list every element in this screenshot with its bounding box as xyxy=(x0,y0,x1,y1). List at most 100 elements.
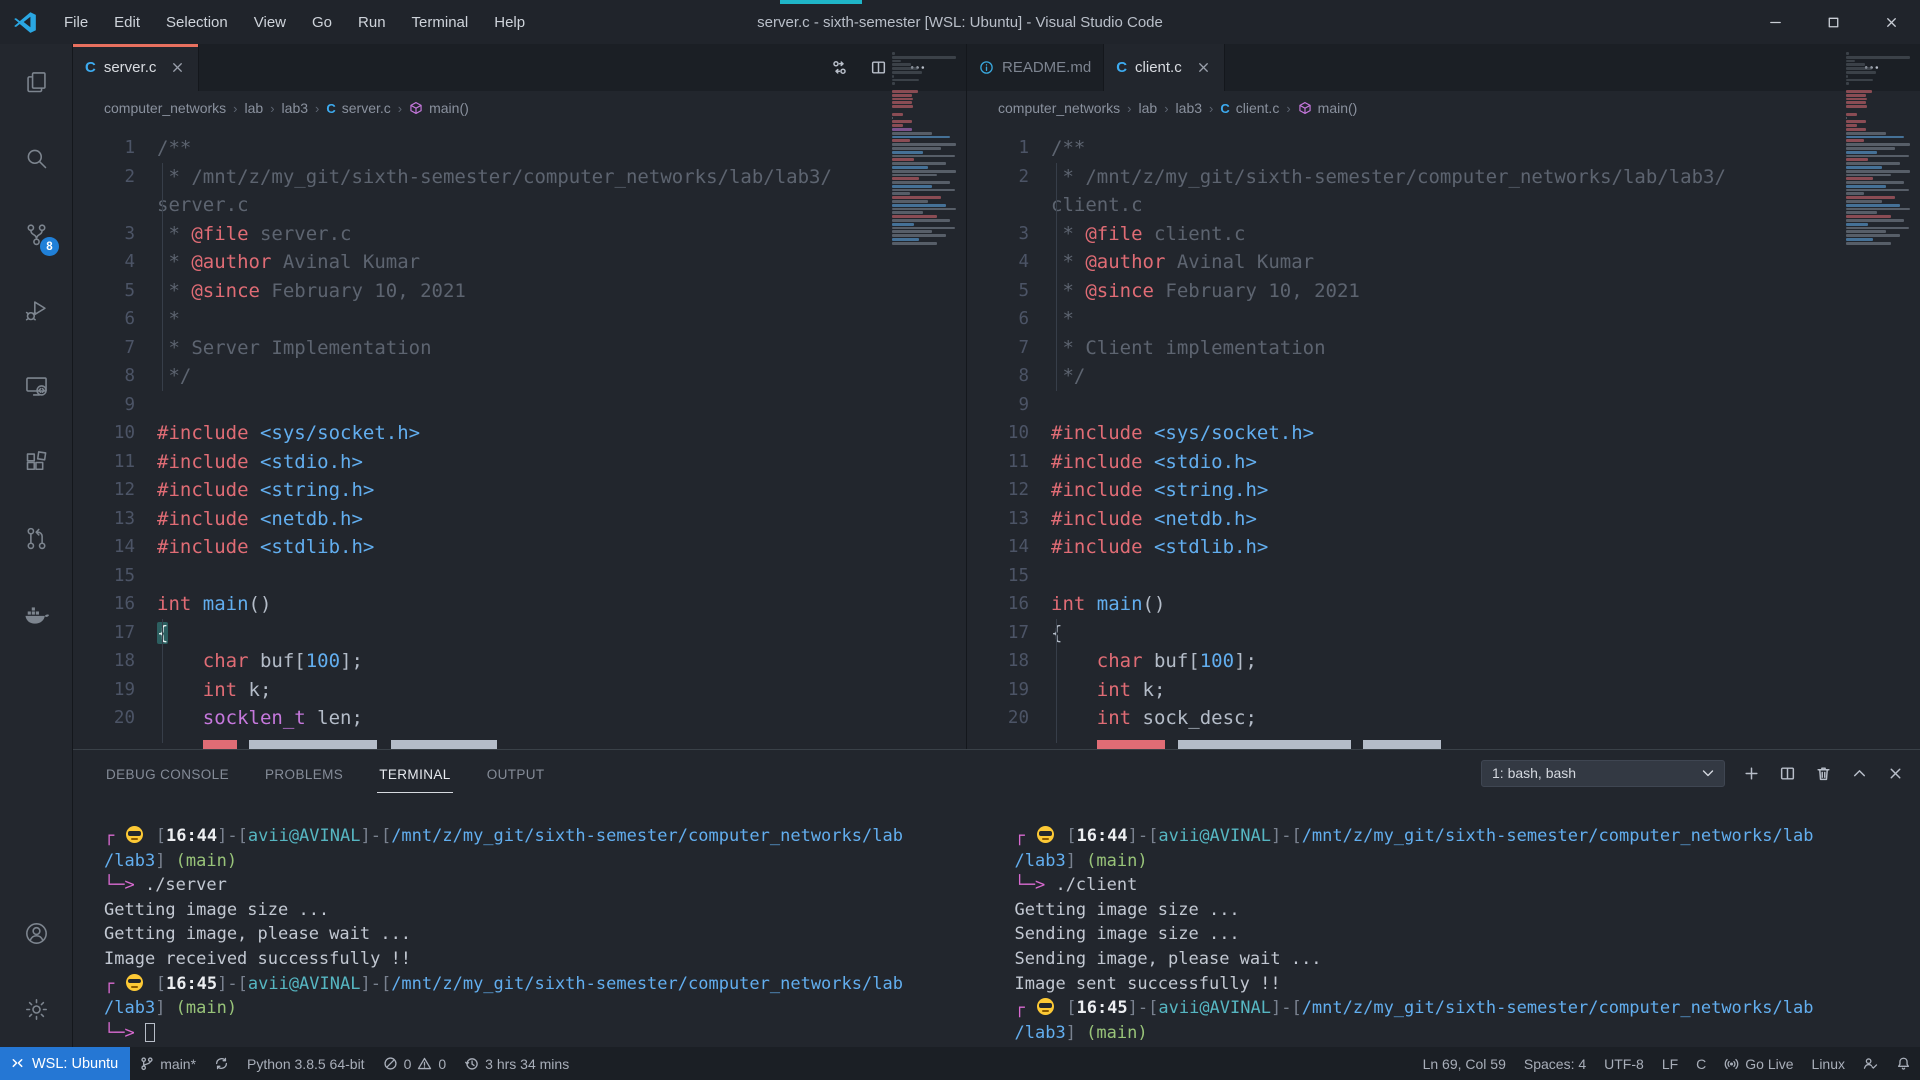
chevron-right-icon: › xyxy=(1286,101,1290,116)
terminal-picker-dropdown[interactable]: 1: bash, bash xyxy=(1481,760,1725,787)
tab-server.c[interactable]: Cserver.c xyxy=(73,44,199,91)
activity-search-icon[interactable] xyxy=(0,120,73,196)
kill-terminal-icon[interactable] xyxy=(1815,765,1832,782)
broadcast-icon xyxy=(1724,1056,1739,1071)
tab-client.c[interactable]: Cclient.c xyxy=(1104,44,1225,91)
menu-help[interactable]: Help xyxy=(482,9,537,36)
status-eol[interactable]: LF xyxy=(1653,1047,1687,1080)
split-terminal-icon[interactable] xyxy=(1779,765,1796,782)
breadcrumb-folder[interactable]: lab3 xyxy=(1176,100,1202,116)
close-button[interactable] xyxy=(1862,0,1920,44)
open-changes-icon[interactable] xyxy=(831,59,848,76)
panel-tab-problems[interactable]: PROBLEMS xyxy=(263,753,345,793)
menu-view[interactable]: View xyxy=(242,9,298,36)
close-panel-icon[interactable] xyxy=(1887,765,1904,782)
breadcrumb-folder[interactable]: lab xyxy=(1139,100,1158,116)
activity-explorer-icon[interactable] xyxy=(0,44,73,120)
remote-icon xyxy=(10,1056,25,1071)
remote-indicator[interactable]: WSL: Ubuntu xyxy=(0,1047,130,1080)
menu-file[interactable]: File xyxy=(52,9,100,36)
status-python-version[interactable]: Python 3.8.5 64-bit xyxy=(238,1047,374,1080)
panel-tab-debug-console[interactable]: DEBUG CONSOLE xyxy=(104,753,231,793)
status-language-mode[interactable]: C xyxy=(1687,1047,1715,1080)
minimize-button[interactable] xyxy=(1746,0,1804,44)
activity-docker-icon[interactable] xyxy=(0,576,73,652)
minimap[interactable] xyxy=(892,52,960,246)
minimap[interactable] xyxy=(1846,52,1914,246)
breadcrumb-folder[interactable]: lab3 xyxy=(282,100,308,116)
activity-extensions-icon[interactable] xyxy=(0,424,73,500)
activity-source-control-icon[interactable]: 8 xyxy=(0,196,73,272)
status-encoding[interactable]: UTF-8 xyxy=(1595,1047,1653,1080)
code-line: 19 int k; xyxy=(967,676,1920,705)
status-notifications[interactable] xyxy=(1887,1047,1920,1080)
tab-label: server.c xyxy=(104,59,157,76)
code-line: 9 xyxy=(967,391,1920,420)
chevron-right-icon: › xyxy=(270,101,274,116)
activity-remote-explorer-icon[interactable] xyxy=(0,348,73,424)
terminal-line: Getting image size ... xyxy=(1015,898,1920,923)
status-feedback[interactable] xyxy=(1854,1047,1887,1080)
menu-bar: FileEditSelectionViewGoRunTerminalHelp xyxy=(52,9,537,36)
code-line: 14#include <stdlib.h> xyxy=(967,533,1920,562)
code-editor[interactable]: 1/**2 * /mnt/z/my_git/sixth-semester/com… xyxy=(73,125,966,749)
vscode-logo-icon xyxy=(12,9,38,35)
code-line: 4 * @author Avinal Kumar xyxy=(967,248,1920,277)
menu-selection[interactable]: Selection xyxy=(154,9,240,36)
breadcrumb-file[interactable]: Cserver.c xyxy=(326,100,390,116)
code-line: 8 */ xyxy=(73,362,966,391)
terminal-left[interactable]: ┌ [16:44]-[avii@AVINAL]-[/mnt/z/my_git/s… xyxy=(73,796,997,1047)
terminal-line: ┌ [16:44]-[avii@AVINAL]-[/mnt/z/my_git/s… xyxy=(104,824,997,849)
code-line: server.c xyxy=(73,191,966,220)
terminal-right[interactable]: ┌ [16:44]-[avii@AVINAL]-[/mnt/z/my_git/s… xyxy=(997,796,1920,1047)
editor-area: Cserver.c computer_networks › lab › lab3 › Cser… xyxy=(73,44,1920,749)
status-git-branch[interactable]: main* xyxy=(130,1047,205,1080)
code-line: 3 * @file client.c xyxy=(967,220,1920,249)
history-icon xyxy=(464,1056,479,1071)
status-time-tracker[interactable]: 3 hrs 34 mins xyxy=(455,1047,578,1080)
status-remote-os[interactable]: Linux xyxy=(1803,1047,1854,1080)
status-indentation[interactable]: Spaces: 4 xyxy=(1515,1047,1595,1080)
menu-edit[interactable]: Edit xyxy=(102,9,152,36)
code-line: client.c xyxy=(967,191,1920,220)
menu-terminal[interactable]: Terminal xyxy=(400,9,481,36)
status-cursor-position[interactable]: Ln 69, Col 59 xyxy=(1414,1047,1515,1080)
menu-go[interactable]: Go xyxy=(300,9,344,36)
breadcrumb-file[interactable]: Cclient.c xyxy=(1220,100,1279,116)
status-go-live[interactable]: Go Live xyxy=(1715,1047,1802,1080)
activity-account-icon[interactable] xyxy=(0,895,73,971)
status-problems[interactable]: 00 xyxy=(374,1047,456,1080)
activity-run-debug-icon[interactable] xyxy=(0,272,73,348)
activity-settings-icon[interactable] xyxy=(0,971,73,1047)
code-line: 11#include <stdio.h> xyxy=(73,448,966,477)
code-line: 17{ xyxy=(73,619,966,648)
terminal-line: /lab3] (main) xyxy=(104,849,997,874)
breadcrumb-folder[interactable]: computer_networks xyxy=(998,100,1120,116)
close-tab-icon[interactable] xyxy=(1196,60,1212,76)
code-line: 15 xyxy=(967,562,1920,591)
code-editor[interactable]: 1/**2 * /mnt/z/my_git/sixth-semester/com… xyxy=(967,125,1920,749)
code-line: 6 * xyxy=(73,305,966,334)
code-line: 13#include <netdb.h> xyxy=(967,505,1920,534)
new-terminal-icon[interactable] xyxy=(1743,765,1760,782)
clipped-code-line xyxy=(157,740,677,749)
c-file-icon: C xyxy=(326,101,335,116)
activity-pull-requests-icon[interactable] xyxy=(0,500,73,576)
breadcrumb-symbol[interactable]: main() xyxy=(409,100,469,116)
chevron-right-icon: › xyxy=(1164,101,1168,116)
branch-icon xyxy=(139,1056,154,1071)
status-sync[interactable] xyxy=(205,1047,238,1080)
breadcrumb-folder[interactable]: computer_networks xyxy=(104,100,226,116)
breadcrumb: computer_networks›lab›lab3›Cclient.c›mai… xyxy=(967,91,1920,125)
menu-run[interactable]: Run xyxy=(346,9,398,36)
cool-emoji-icon xyxy=(1037,998,1054,1015)
split-editor-icon[interactable] xyxy=(870,59,887,76)
panel-tab-terminal[interactable]: TERMINAL xyxy=(377,753,452,793)
maximize-button[interactable] xyxy=(1804,0,1862,44)
maximize-panel-icon[interactable] xyxy=(1851,765,1868,782)
breadcrumb-symbol[interactable]: main() xyxy=(1298,100,1358,116)
breadcrumb-folder[interactable]: lab xyxy=(245,100,264,116)
close-tab-icon[interactable] xyxy=(170,60,186,76)
panel-tab-output[interactable]: OUTPUT xyxy=(485,753,547,793)
tab-README.md[interactable]: README.md xyxy=(967,44,1104,91)
